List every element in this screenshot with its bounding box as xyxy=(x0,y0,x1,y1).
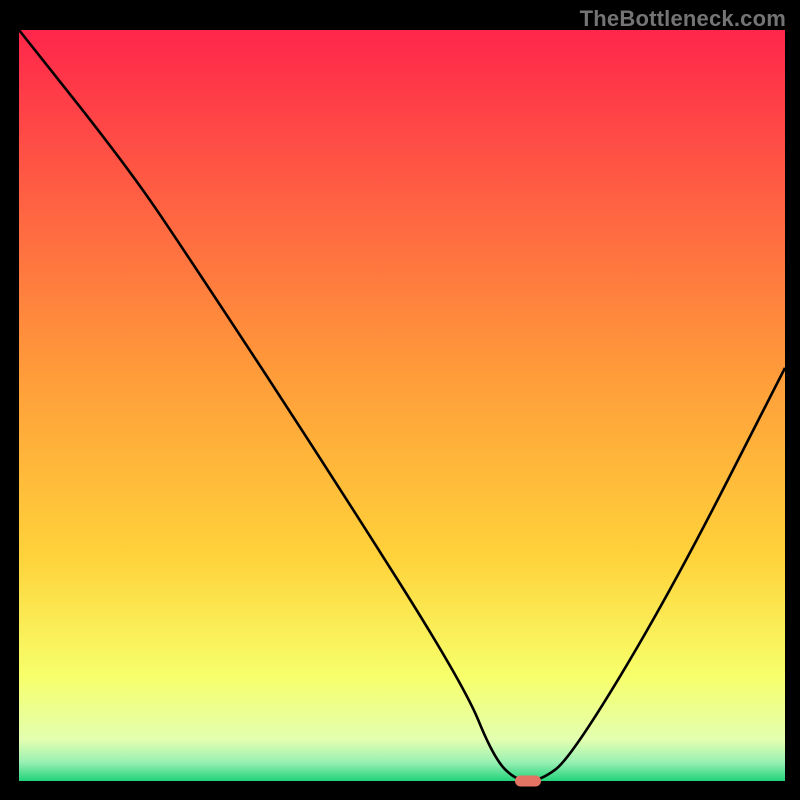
optimal-marker xyxy=(515,776,541,787)
gradient-field xyxy=(19,30,785,781)
bottleneck-chart xyxy=(15,30,785,785)
axis-left xyxy=(15,30,19,785)
watermark-text: TheBottleneck.com xyxy=(580,6,786,32)
axis-bottom xyxy=(15,781,785,785)
